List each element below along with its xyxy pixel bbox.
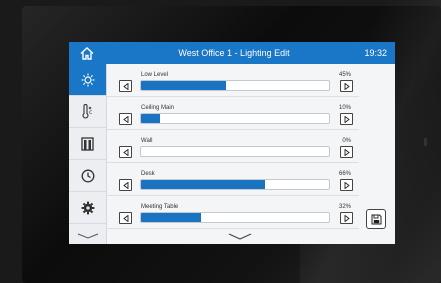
triangle-right-icon: [344, 214, 350, 222]
blinds-icon: [81, 136, 94, 151]
clock: 19:32: [364, 48, 387, 58]
light-row-wall: Wall 0%: [107, 130, 359, 163]
touch-screen: West Office 1 - Lighting Edit 19:32 c Lo…: [69, 42, 395, 244]
save-icon: [371, 214, 381, 224]
light-percent: 32%: [338, 204, 351, 210]
triangle-right-icon: [344, 82, 350, 90]
scroll-more-button[interactable]: [225, 230, 255, 242]
triangle-left-icon: [122, 148, 128, 156]
svg-text:c: c: [89, 109, 92, 116]
home-button[interactable]: [69, 42, 105, 64]
decrease-button[interactable]: [119, 179, 132, 191]
increase-button[interactable]: [340, 113, 353, 125]
increase-button[interactable]: [340, 212, 353, 224]
light-row-meeting-table: Meeting Table 32%: [107, 196, 359, 229]
thermometer-icon: c: [81, 104, 92, 119]
light-label: Meeting Table: [141, 204, 179, 210]
light-row-ceiling-main: Ceiling Main 10%: [107, 97, 359, 130]
level-slider[interactable]: [140, 80, 330, 91]
light-label: Ceiling Main: [141, 105, 175, 111]
level-fill: [141, 180, 266, 189]
increase-button[interactable]: [340, 179, 353, 191]
level-slider[interactable]: [140, 179, 330, 190]
sidebar-item-schedule[interactable]: [69, 160, 106, 192]
level-fill: [141, 81, 226, 90]
sidebar: c: [69, 64, 107, 244]
sidebar-item-blinds[interactable]: [69, 128, 106, 160]
light-percent: 10%: [338, 105, 351, 111]
sidebar-more-button[interactable]: [69, 227, 106, 244]
level-slider[interactable]: [140, 212, 330, 223]
triangle-left-icon: [122, 82, 128, 90]
decrease-button[interactable]: [119, 212, 132, 224]
gear-icon: [81, 201, 94, 214]
triangle-right-icon: [344, 148, 350, 156]
sidebar-item-climate[interactable]: c: [69, 96, 106, 128]
light-label: Desk: [141, 171, 155, 177]
sidebar-item-lighting[interactable]: [69, 64, 106, 96]
home-icon: [80, 46, 94, 60]
chevron-down-icon: [228, 232, 252, 240]
page-title: West Office 1 - Lighting Edit: [178, 48, 290, 58]
triangle-left-icon: [122, 214, 128, 222]
save-button[interactable]: [366, 209, 386, 229]
decrease-button[interactable]: [119, 113, 132, 125]
clock-icon: [81, 169, 94, 182]
light-row-low-level: Low Level 45%: [107, 64, 359, 97]
triangle-right-icon: [344, 181, 350, 189]
header-bar: West Office 1 - Lighting Edit 19:32: [69, 42, 395, 64]
light-row-desk: Desk 66%: [107, 163, 359, 196]
level-fill: [141, 114, 160, 123]
lightbulb-icon: [81, 73, 94, 86]
proximity-sensor: [424, 138, 427, 146]
light-percent: 0%: [342, 138, 351, 144]
sidebar-item-settings[interactable]: [69, 192, 106, 224]
triangle-left-icon: [122, 115, 128, 123]
light-percent: 66%: [338, 171, 351, 177]
increase-button[interactable]: [340, 146, 353, 158]
triangle-left-icon: [122, 181, 128, 189]
level-fill: [141, 213, 202, 222]
increase-button[interactable]: [340, 80, 353, 92]
chevron-down-icon: [77, 233, 98, 239]
lighting-list: Low Level 45% Ceiling Main 10% Wall 0% D…: [107, 64, 395, 244]
triangle-right-icon: [344, 115, 350, 123]
light-label: Wall: [141, 138, 153, 144]
decrease-button[interactable]: [119, 80, 132, 92]
light-percent: 45%: [338, 72, 351, 78]
light-label: Low Level: [141, 72, 169, 78]
level-slider[interactable]: [140, 113, 330, 124]
decrease-button[interactable]: [119, 146, 132, 158]
level-slider[interactable]: [140, 146, 330, 157]
